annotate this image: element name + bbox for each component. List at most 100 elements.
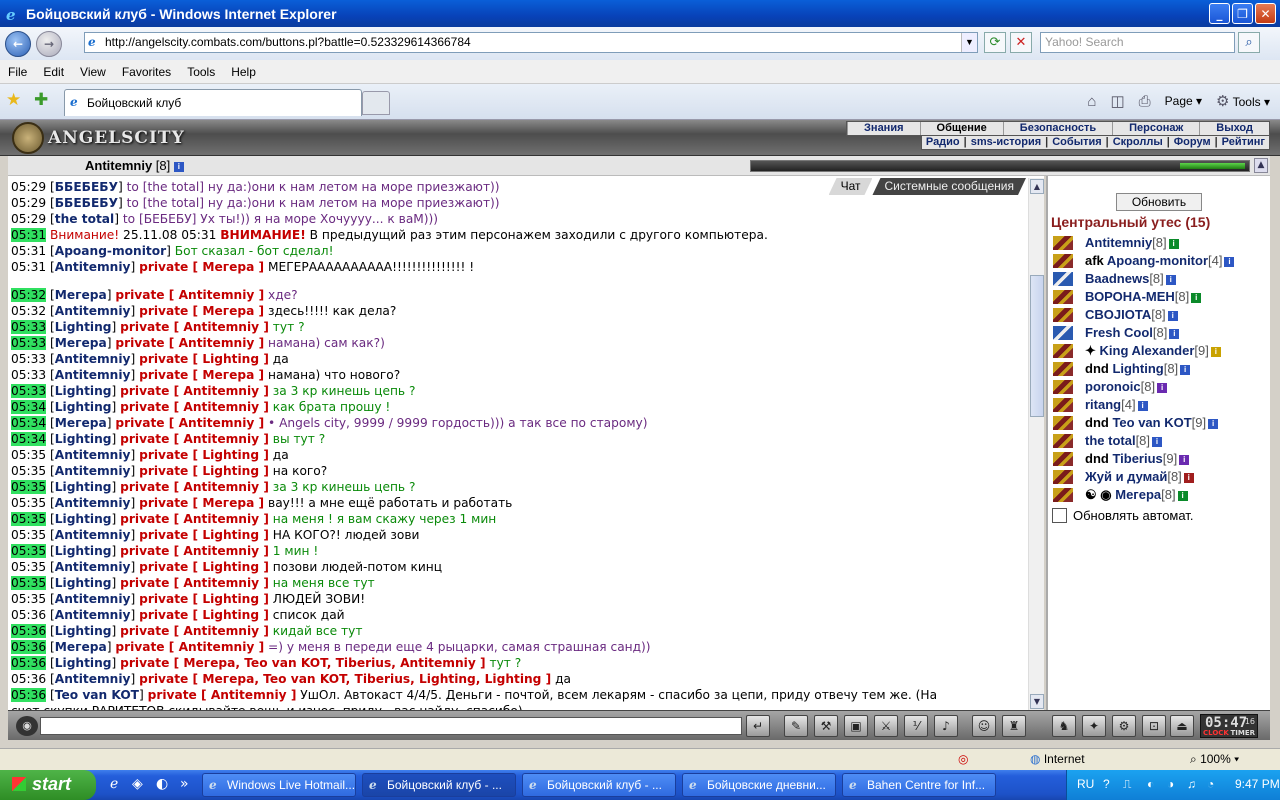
gears-icon[interactable]: ⚙ bbox=[1112, 715, 1136, 737]
player-item[interactable]: dnd Lighting[8] i bbox=[1051, 360, 1269, 378]
minimize-button[interactable]: _ bbox=[1209, 3, 1230, 24]
inventory-icon[interactable]: ♞ bbox=[1052, 715, 1076, 737]
chat-private-tag[interactable]: private [ Antitemniy ] bbox=[115, 640, 264, 654]
chat-private-tag[interactable]: private [ Мегера ] bbox=[139, 368, 264, 382]
chat-author[interactable]: Мегера bbox=[55, 336, 107, 350]
chat-private-tag[interactable]: private [ Antitemniy ] bbox=[120, 624, 269, 638]
translit-icon[interactable]: ⅟ bbox=[904, 715, 928, 737]
clan-flag-icon[interactable] bbox=[1053, 308, 1073, 322]
send-icon[interactable]: ↵ bbox=[746, 715, 770, 737]
chat-author[interactable]: Antitemniy bbox=[55, 304, 131, 318]
player-item[interactable]: Жуй и думай[8] i bbox=[1051, 468, 1269, 486]
search-input[interactable]: Yahoo! Search bbox=[1040, 32, 1235, 53]
clan-flag-icon[interactable] bbox=[1053, 236, 1073, 250]
clock-tray[interactable]: 9:47 PM bbox=[1235, 777, 1280, 791]
stop-icon[interactable]: ✕ bbox=[1010, 32, 1032, 53]
player-item[interactable]: dnd Tiberius[9] i bbox=[1051, 450, 1269, 468]
chat-author[interactable]: Lighting bbox=[55, 384, 112, 398]
user-info-icon[interactable]: i bbox=[173, 162, 184, 172]
chat-scrollbar[interactable]: ▲ ▼ bbox=[1028, 178, 1044, 710]
player-item[interactable]: dnd Teo van KOT[9] i bbox=[1051, 414, 1269, 432]
smiley-icon[interactable]: ☺ bbox=[972, 715, 996, 737]
back-button[interactable]: ← bbox=[5, 30, 31, 57]
chat-private-tag[interactable]: private [ Lighting ] bbox=[139, 448, 269, 462]
clan-flag-icon[interactable] bbox=[1053, 452, 1073, 466]
scroll-icon[interactable]: ✦ bbox=[1082, 715, 1106, 737]
player-item[interactable]: poronoic[8] i bbox=[1051, 378, 1269, 396]
player-item[interactable]: Antitemniy[8] i bbox=[1051, 234, 1269, 252]
maximize-button[interactable]: ❐ bbox=[1232, 3, 1253, 24]
clan-flag-icon[interactable] bbox=[1053, 344, 1073, 358]
chat-author[interactable]: Antitemniy bbox=[55, 528, 131, 542]
language-indicator[interactable]: RU bbox=[1077, 777, 1094, 791]
close-button[interactable]: ✕ bbox=[1255, 3, 1276, 24]
clan-flag-icon[interactable] bbox=[1053, 488, 1073, 502]
eraser-icon[interactable]: ✎ bbox=[784, 715, 808, 737]
chat-private-tag[interactable]: private [ Мегера ] bbox=[139, 496, 264, 510]
nav-forum[interactable]: Форум bbox=[1170, 136, 1215, 149]
page-menu[interactable]: Page ▾ bbox=[1165, 94, 1202, 108]
task-diaries[interactable]: e Бойцовские дневни... bbox=[682, 773, 836, 797]
scroll-thumb[interactable] bbox=[1030, 275, 1044, 417]
player-info-icon[interactable]: i bbox=[1208, 419, 1219, 429]
scroll-up-arrow-icon[interactable]: ▲ bbox=[1030, 179, 1044, 194]
chat-author[interactable]: Lighting bbox=[55, 544, 112, 558]
zoom-level[interactable]: ⌕ 100% ▾ bbox=[1190, 752, 1239, 767]
chat-private-tag[interactable]: private [ Antitemniy ] bbox=[120, 544, 269, 558]
player-info-icon[interactable]: i bbox=[1177, 491, 1188, 501]
nav-security[interactable]: Безопасность bbox=[1002, 122, 1112, 135]
chat-private-tag[interactable]: private [ Antitemniy ] bbox=[120, 432, 269, 446]
nav-events[interactable]: События bbox=[1048, 136, 1105, 149]
task-bahen[interactable]: e Bahen Centre for Inf... bbox=[842, 773, 996, 797]
task-fightclub-2[interactable]: e Бойцовский клуб - ... bbox=[522, 773, 676, 797]
menu-tools[interactable]: Tools bbox=[179, 65, 223, 79]
save-log-icon[interactable]: ▣ bbox=[844, 715, 868, 737]
clan-flag-icon[interactable] bbox=[1053, 398, 1073, 412]
player-item[interactable]: afk Apoang-monitor[4] i bbox=[1051, 252, 1269, 270]
player-info-icon[interactable]: i bbox=[1157, 383, 1168, 393]
chat-message-input[interactable] bbox=[40, 717, 742, 735]
sound-icon[interactable]: ♪ bbox=[934, 715, 958, 737]
helmet-icon[interactable]: ♜ bbox=[1002, 715, 1026, 737]
nav-character[interactable]: Персонаж bbox=[1112, 122, 1199, 135]
chat-author[interactable]: Antitemniy bbox=[55, 448, 131, 462]
player-item[interactable]: ritang[4] i bbox=[1051, 396, 1269, 414]
outlook-quicklaunch-icon[interactable]: ◈ bbox=[132, 776, 143, 792]
scroll-down-arrow-icon[interactable]: ▼ bbox=[1030, 694, 1044, 709]
tab-system-messages[interactable]: Системные сообщения bbox=[872, 178, 1026, 195]
chat-author[interactable]: Apoang-monitor bbox=[55, 244, 166, 258]
search-icon[interactable]: ⌕ bbox=[1238, 32, 1260, 53]
player-info-icon[interactable]: i bbox=[1168, 239, 1179, 249]
player-item[interactable]: Fresh Cool[8] i bbox=[1051, 324, 1269, 342]
menu-favorites[interactable]: Favorites bbox=[114, 65, 179, 79]
chat-private-tag[interactable]: private [ Мегера, Teo van KOT, Tiberius,… bbox=[120, 656, 485, 670]
chat-private-tag[interactable]: private [ Antitemniy ] bbox=[115, 336, 264, 350]
volume-tray-icon[interactable]: ♫ bbox=[1187, 777, 1196, 791]
chat-private-tag[interactable]: private [ Antitemniy ] bbox=[120, 400, 269, 414]
chat-mode-icon[interactable]: ◉ bbox=[16, 716, 38, 736]
chat-private-tag[interactable]: private [ Lighting ] bbox=[139, 352, 269, 366]
add-favorite-icon[interactable]: ✚ bbox=[34, 90, 48, 110]
clan-flag-icon[interactable] bbox=[1053, 434, 1073, 448]
clan-flag-icon[interactable] bbox=[1053, 290, 1073, 304]
help-tray-icon[interactable]: ? bbox=[1103, 777, 1110, 791]
chat-author[interactable]: Teo van KOT bbox=[55, 688, 139, 702]
chat-private-tag[interactable]: private [ Antitemniy ] bbox=[120, 576, 269, 590]
chat-author[interactable]: Antitemniy bbox=[55, 368, 131, 382]
new-tab-button[interactable] bbox=[362, 91, 390, 115]
nav-sms-history[interactable]: sms-история bbox=[967, 136, 1045, 149]
player-item[interactable]: ☯ ◉ Мегера[8] i bbox=[1051, 486, 1269, 504]
favorites-star-icon[interactable]: ★ bbox=[6, 90, 21, 110]
chat-private-tag[interactable]: private [ Antitemniy ] bbox=[115, 288, 264, 302]
player-item[interactable]: ✦ King Alexander[9] i bbox=[1051, 342, 1269, 360]
quicklaunch-more-icon[interactable]: » bbox=[180, 776, 189, 792]
chat-private-tag[interactable]: private [ Antitemniy ] bbox=[120, 480, 269, 494]
start-button[interactable]: start bbox=[0, 770, 96, 800]
chat-author[interactable]: Antitemniy bbox=[55, 352, 131, 366]
menu-file[interactable]: File bbox=[0, 65, 35, 79]
task-hotmail[interactable]: e Windows Live Hotmail... bbox=[202, 773, 356, 797]
menu-view[interactable]: View bbox=[72, 65, 114, 79]
chat-private-tag[interactable]: private [ Antitemniy ] bbox=[115, 416, 264, 430]
home-icon[interactable]: ⌂ bbox=[1087, 93, 1096, 110]
chat-author[interactable]: the total bbox=[55, 212, 114, 226]
